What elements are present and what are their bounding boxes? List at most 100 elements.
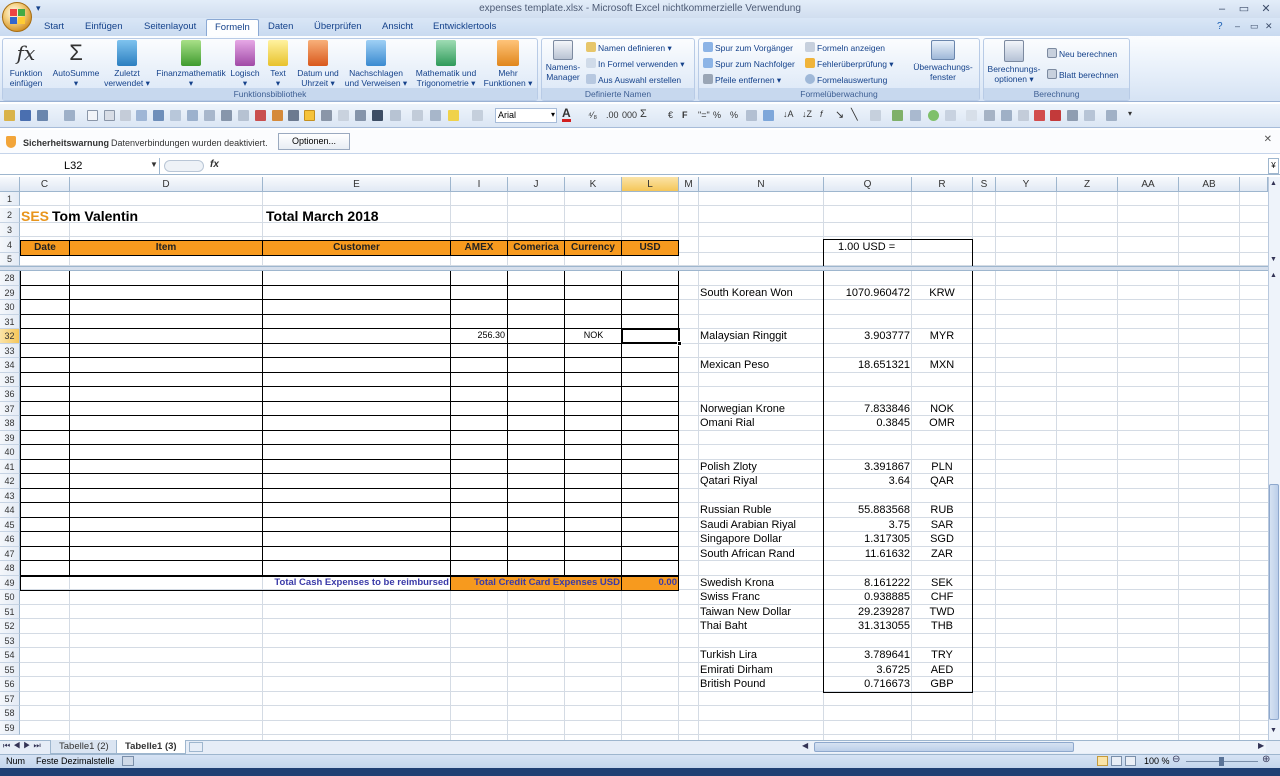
tab-einfuegen[interactable]: Einfügen xyxy=(77,19,131,36)
shadow-icon[interactable] xyxy=(966,110,977,121)
align-left-icon[interactable] xyxy=(288,110,299,121)
merge-icon[interactable] xyxy=(238,110,249,121)
row-header-41[interactable]: 41 xyxy=(0,459,20,474)
row-header-52[interactable]: 52 xyxy=(0,619,20,634)
chevron-down-icon[interactable]: ▼ xyxy=(150,160,158,169)
close-box-icon[interactable] xyxy=(1050,110,1061,121)
chevron-down-icon[interactable]: ▾ xyxy=(551,110,555,119)
row-header-44[interactable]: 44 xyxy=(0,503,20,518)
border-top-icon[interactable] xyxy=(430,110,441,121)
row-header-58[interactable]: 58 xyxy=(0,706,20,721)
row-header-28[interactable]: 28 xyxy=(0,271,20,286)
rate-currency-name[interactable]: Taiwan New Dollar xyxy=(700,606,791,618)
page-break-icon[interactable] xyxy=(1125,756,1136,766)
row-header-48[interactable]: 48 xyxy=(0,561,20,576)
zoom-in-icon[interactable]: ⊕ xyxy=(1262,754,1270,765)
chart-icon[interactable] xyxy=(204,110,215,121)
namen-definieren-button[interactable]: Namen definieren ▾ xyxy=(586,41,672,56)
decimal-format-icon[interactable]: ⁴⁄₈ xyxy=(588,110,597,120)
column-header-ab[interactable]: AB xyxy=(1179,177,1240,192)
rate-currency-code[interactable]: ZAR xyxy=(912,548,972,560)
rate-currency-code[interactable]: TWD xyxy=(912,606,972,618)
row-header-55[interactable]: 55 xyxy=(0,662,20,677)
rate-currency-name[interactable]: Swiss Franc xyxy=(700,591,760,603)
function-icon[interactable]: F xyxy=(682,110,688,120)
rate-value[interactable]: 29.239287 xyxy=(824,606,910,618)
delete-icon[interactable] xyxy=(255,110,266,121)
trace-icon[interactable] xyxy=(221,110,232,121)
row-header-5[interactable]: 5 xyxy=(0,253,20,266)
rate-value[interactable]: 3.64 xyxy=(824,475,910,487)
rate-value[interactable]: 8.161222 xyxy=(824,577,910,589)
column-header-k[interactable]: K xyxy=(565,177,622,192)
workbook-close-icon[interactable]: ✕ xyxy=(1265,21,1273,32)
rate-currency-code[interactable]: MYR xyxy=(912,330,972,342)
circle-icon[interactable] xyxy=(928,110,939,121)
rate-currency-code[interactable]: RUB xyxy=(912,504,972,516)
column-header-d[interactable]: D xyxy=(70,177,263,192)
name-box[interactable]: L32 xyxy=(0,158,160,174)
border-bottom-icon[interactable] xyxy=(412,110,423,121)
stop-icon[interactable] xyxy=(1034,110,1045,121)
ribbon-minimize-icon[interactable]: – xyxy=(1235,21,1240,31)
macro-record-icon[interactable] xyxy=(122,756,134,766)
row-header-3[interactable]: 3 xyxy=(0,223,20,237)
pencil-icon[interactable] xyxy=(4,110,15,121)
format-icon[interactable] xyxy=(746,110,757,121)
form-icon[interactable] xyxy=(170,110,181,121)
new-document-icon[interactable] xyxy=(87,110,98,121)
row-header-4[interactable]: 4 xyxy=(0,237,20,253)
options-button[interactable]: Optionen... xyxy=(278,133,350,150)
row-header-30[interactable]: 30 xyxy=(0,300,20,315)
row-header-1[interactable]: 1 xyxy=(0,192,20,206)
row-header-29[interactable]: 29 xyxy=(0,285,20,300)
formula-input[interactable] xyxy=(228,158,1266,174)
comment-icon[interactable] xyxy=(1084,110,1095,121)
sheet-tab-tabelle1-3[interactable]: Tabelle1 (3) xyxy=(116,740,186,754)
rate-currency-name[interactable]: Norwegian Krone xyxy=(700,403,785,415)
spell-icon[interactable] xyxy=(1067,110,1078,121)
print-preview-icon[interactable] xyxy=(104,110,115,121)
rate-currency-code[interactable]: TRY xyxy=(912,649,972,661)
pfeile-entfernen-button[interactable]: Pfeile entfernen ▾ xyxy=(703,73,781,88)
rate-value[interactable]: 3.903777 xyxy=(824,330,910,342)
select-all-corner[interactable] xyxy=(0,177,20,192)
row-header-57[interactable]: 57 xyxy=(0,691,20,706)
funktion-einfuegen-button[interactable]: fx Funktion einfügen xyxy=(2,40,50,90)
zoom-level[interactable]: 100 % xyxy=(1144,756,1170,766)
scroll-down-icon[interactable]: ▼ xyxy=(1270,727,1277,734)
percent-style-icon[interactable]: % xyxy=(713,110,721,120)
rate-currency-name[interactable]: Swedish Krona xyxy=(700,577,774,589)
scroll-down-icon[interactable]: ▼ xyxy=(1270,256,1277,263)
column-header-j[interactable]: J xyxy=(508,177,565,192)
active-cell-l32[interactable] xyxy=(621,328,680,344)
rate-currency-name[interactable]: Malaysian Ringgit xyxy=(700,330,787,342)
zoom-out-icon[interactable]: ⊖ xyxy=(1172,754,1180,765)
grid-icon[interactable] xyxy=(187,110,198,121)
rate-currency-code[interactable]: SGD xyxy=(912,533,972,545)
vertical-scroll-thumb[interactable] xyxy=(1269,484,1279,720)
row-header-43[interactable]: 43 xyxy=(0,488,20,503)
horizontal-scroll-thumb[interactable] xyxy=(814,742,1074,752)
draw-icon[interactable] xyxy=(984,110,995,121)
rate-value[interactable]: 1070.960472 xyxy=(824,287,910,299)
rate-currency-code[interactable]: THB xyxy=(912,620,972,632)
rate-currency-code[interactable]: SEK xyxy=(912,577,972,589)
scroll-right-icon[interactable]: ▶ xyxy=(1258,741,1264,750)
rate-currency-code[interactable]: NOK xyxy=(912,403,972,415)
tab-ueberpruefen[interactable]: Überprüfen xyxy=(306,19,370,36)
border-inside-icon[interactable] xyxy=(390,110,401,121)
align-right-icon[interactable] xyxy=(321,110,332,121)
scroll-up-icon[interactable]: ▲ xyxy=(1270,180,1277,187)
rate-currency-name[interactable]: Singapore Dollar xyxy=(700,533,782,545)
cell-k32-currency[interactable]: NOK xyxy=(565,330,622,340)
insert-function-button[interactable]: fx xyxy=(210,159,219,170)
percent-icon[interactable]: % xyxy=(730,110,738,120)
autosumme-button[interactable]: Σ AutoSumme ▾ xyxy=(52,40,100,90)
border-grid-icon[interactable] xyxy=(338,110,349,121)
column-header-z[interactable]: Z xyxy=(1057,177,1118,192)
arrow-line-icon[interactable]: ↘ xyxy=(835,108,844,121)
line-icon[interactable]: ╲ xyxy=(851,108,858,121)
rate-value[interactable]: 0.3845 xyxy=(824,417,910,429)
column-header-e[interactable]: E xyxy=(263,177,451,192)
